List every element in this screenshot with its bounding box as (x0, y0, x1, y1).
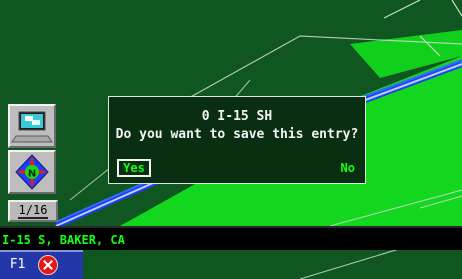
compass-button[interactable]: N (8, 150, 56, 194)
compass-icon: N (15, 154, 49, 190)
dialog-question: Do you want to save this entry? (115, 127, 359, 142)
computer-button[interactable] (8, 104, 56, 148)
no-button[interactable]: No (341, 161, 355, 175)
f1-key-label[interactable]: F1 (10, 257, 26, 272)
svg-text:N: N (28, 169, 36, 180)
close-icon[interactable] (38, 255, 58, 275)
yes-button[interactable]: Yes (117, 159, 151, 177)
function-bar: F1 (0, 250, 83, 279)
current-street-bar: I-15 S, BAKER, CA (0, 226, 462, 250)
zoom-scale-button[interactable]: 1/16 (8, 200, 58, 222)
save-entry-dialog: 0 I-15 SH Do you want to save this entry… (108, 96, 366, 184)
dialog-title: 0 I-15 SH (201, 109, 273, 124)
computer-icon (11, 111, 53, 143)
zoom-scale-label: 1/16 (18, 203, 48, 217)
